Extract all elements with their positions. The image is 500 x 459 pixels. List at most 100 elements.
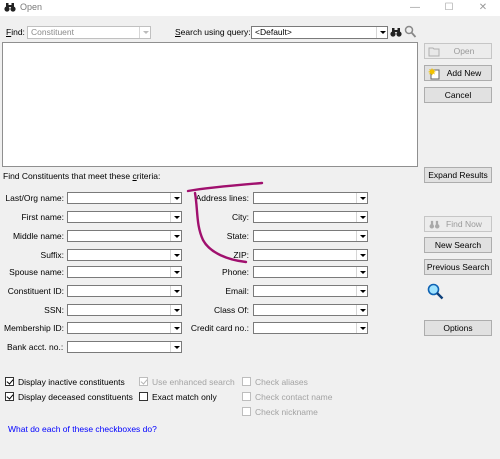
open-button[interactable]: Open <box>424 43 492 59</box>
middle-name-field[interactable] <box>67 230 182 242</box>
enhanced-search-label: Use enhanced search <box>152 377 235 387</box>
credit-card-field[interactable] <box>253 322 368 334</box>
city-field[interactable] <box>253 211 368 223</box>
expand-results-label: Expand Results <box>428 170 488 180</box>
new-search-button[interactable]: New Search <box>424 237 492 253</box>
middle-name-label: Middle name: <box>12 231 64 241</box>
minimize-icon: — <box>410 2 420 13</box>
exact-match-label: Exact match only <box>152 392 217 402</box>
chevron-down-icon <box>139 27 150 38</box>
magnifier-icon <box>427 283 444 300</box>
ssn-label: SSN: <box>44 305 64 315</box>
display-deceased-label: Display deceased constituents <box>18 392 133 402</box>
options-label: Options <box>443 323 473 333</box>
find-type-select[interactable]: Constituent <box>27 26 151 39</box>
new-document-icon <box>428 68 440 80</box>
query-select[interactable]: <Default> <box>251 26 388 39</box>
query-magnifier-icon[interactable] <box>404 25 417 39</box>
credit-card-label: Credit card no.: <box>190 323 249 333</box>
maximize-icon: ☐ <box>444 2 454 13</box>
results-list[interactable] <box>2 42 418 167</box>
membership-id-label: Membership ID: <box>4 323 64 333</box>
chevron-down-icon <box>356 286 367 296</box>
binoculars-icon[interactable] <box>390 26 402 38</box>
address-lines-field[interactable] <box>253 192 368 204</box>
find-type-value: Constituent <box>31 27 74 37</box>
chevron-down-icon <box>170 342 181 352</box>
previous-search-label: Previous Search <box>426 262 490 272</box>
maximize-button[interactable]: ☐ <box>432 0 466 16</box>
binoculars-icon <box>429 220 440 229</box>
spouse-name-field[interactable] <box>67 266 182 278</box>
open-dialog: Open — ☐ ✕ Find: Constituent Search usin… <box>0 0 500 459</box>
display-inactive-label: Display inactive constituents <box>18 377 125 387</box>
address-lines-label: Address lines: <box>195 193 249 203</box>
check-aliases-checkbox[interactable] <box>242 377 251 386</box>
phone-label: Phone: <box>222 267 249 277</box>
expand-results-button[interactable]: Expand Results <box>424 167 492 183</box>
add-new-button-label: Add New <box>446 68 482 78</box>
chevron-down-icon <box>356 231 367 241</box>
check-aliases-label: Check aliases <box>255 377 308 387</box>
minimize-button[interactable]: — <box>398 0 432 16</box>
zip-label: ZIP: <box>233 250 249 260</box>
chevron-down-icon <box>356 323 367 333</box>
display-inactive-checkbox[interactable] <box>5 377 14 386</box>
phone-field[interactable] <box>253 266 368 278</box>
chevron-down-icon <box>356 193 367 203</box>
check-nickname-checkbox[interactable] <box>242 407 251 416</box>
find-now-button[interactable]: Find Now <box>424 216 492 232</box>
suffix-field[interactable] <box>67 249 182 261</box>
email-field[interactable] <box>253 285 368 297</box>
constituent-id-field[interactable] <box>67 285 182 297</box>
criteria-heading: Find Constituents that meet these criter… <box>3 171 161 181</box>
title-bar: Open — ☐ ✕ <box>0 0 500 16</box>
find-now-label: Find Now <box>446 219 482 229</box>
city-label: City: <box>232 212 249 222</box>
check-contact-name-checkbox[interactable] <box>242 392 251 401</box>
zip-field[interactable] <box>253 249 368 261</box>
find-label: Find: <box>6 27 25 37</box>
last-org-name-field[interactable] <box>67 192 182 204</box>
bank-acct-field[interactable] <box>67 341 182 353</box>
state-field[interactable] <box>253 230 368 242</box>
chevron-down-icon <box>356 267 367 277</box>
ssn-field[interactable] <box>67 304 182 316</box>
new-search-label: New Search <box>434 240 482 250</box>
binoculars-icon <box>4 3 16 12</box>
first-name-label: First name: <box>21 212 64 222</box>
suffix-label: Suffix: <box>40 250 64 260</box>
query-value: <Default> <box>255 27 292 37</box>
cancel-button[interactable]: Cancel <box>424 87 492 103</box>
bank-acct-label: Bank acct. no.: <box>7 342 64 352</box>
query-label: Search using query: <box>175 27 251 37</box>
checkbox-help-link[interactable]: What do each of these checkboxes do? <box>8 424 157 434</box>
chevron-down-icon <box>356 305 367 315</box>
chevron-down-icon <box>356 212 367 222</box>
open-button-label: Open <box>453 46 475 56</box>
window-title: Open <box>20 2 43 12</box>
check-nickname-label: Check nickname <box>255 407 318 417</box>
open-folder-icon <box>428 47 440 57</box>
state-label: State: <box>226 231 249 241</box>
display-deceased-checkbox[interactable] <box>5 392 14 401</box>
constituent-id-label: Constituent ID: <box>7 286 64 296</box>
membership-id-field[interactable] <box>67 322 182 334</box>
exact-match-checkbox[interactable] <box>139 392 148 401</box>
add-new-button[interactable]: Add New <box>424 65 492 81</box>
spouse-name-label: Spouse name: <box>9 267 64 277</box>
class-of-label: Class Of: <box>214 305 249 315</box>
previous-search-button[interactable]: Previous Search <box>424 259 492 275</box>
enhanced-search-checkbox[interactable] <box>139 377 148 386</box>
chevron-down-icon <box>376 27 387 38</box>
class-of-field[interactable] <box>253 304 368 316</box>
close-icon: ✕ <box>478 2 488 13</box>
check-contact-name-label: Check contact name <box>255 392 333 402</box>
first-name-field[interactable] <box>67 211 182 223</box>
last-org-name-label: Last/Org name: <box>5 193 64 203</box>
options-button[interactable]: Options <box>424 320 492 336</box>
cancel-button-label: Cancel <box>444 90 472 100</box>
email-label: Email: <box>225 286 249 296</box>
close-button[interactable]: ✕ <box>466 0 500 16</box>
chevron-down-icon <box>356 250 367 260</box>
